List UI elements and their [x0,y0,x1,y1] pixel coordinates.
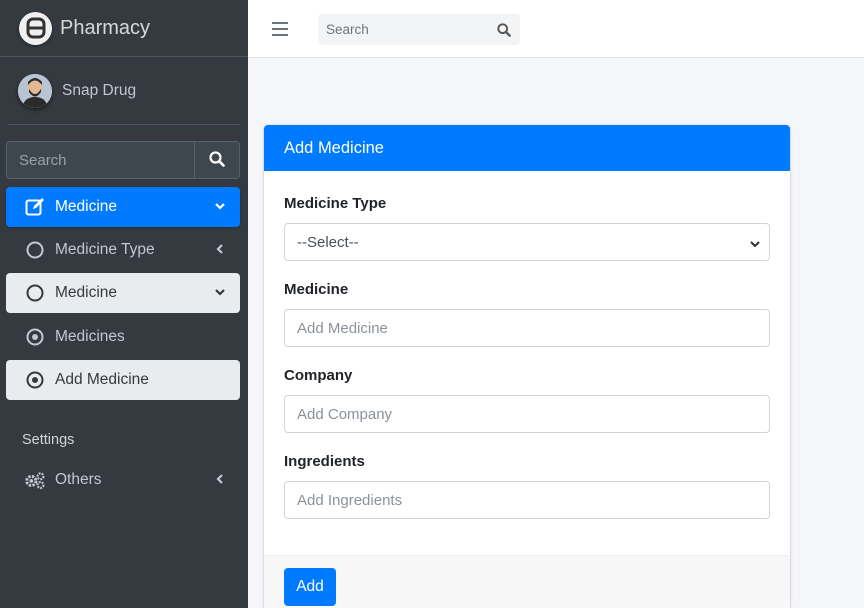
user-panel[interactable]: Snap Drug [8,57,240,125]
add-medicine-card: Add Medicine Medicine Type --Select-- Me… [264,125,790,608]
top-navbar [248,0,864,58]
company-input[interactable] [284,395,770,433]
ingredients-input[interactable] [284,481,770,519]
sidebar-item-label: Medicine Type [55,241,155,258]
chevron-left-icon [214,472,226,490]
hamburger-menu-icon[interactable] [272,22,288,41]
sidebar-search-button[interactable] [194,141,240,179]
medicine-type-select[interactable]: --Select-- [284,223,770,261]
brand-link[interactable]: Pharmacy [0,0,248,57]
sidebar-search [6,141,240,179]
navbar-search-input[interactable] [318,14,488,45]
chevron-left-icon [214,242,226,260]
sidebar-item-medicines[interactable]: Medicines [6,317,240,357]
company-label: Company [284,367,353,384]
dot-circle-icon [24,369,46,391]
sidebar-item-medicine-type[interactable]: Medicine Type [6,230,240,270]
sidebar-search-input[interactable] [6,141,194,179]
medicine-input[interactable] [284,309,770,347]
sidebar-item-medicine-sub[interactable]: Medicine [6,273,240,313]
search-icon[interactable] [488,22,520,37]
sidebar-item-add-medicine[interactable]: Add Medicine [6,360,240,400]
card-title: Add Medicine [264,125,790,171]
chevron-down-icon [749,237,761,254]
sidebar-item-label: Add Medicine [55,371,149,388]
user-name[interactable]: Snap Drug [62,82,136,100]
add-button[interactable]: Add [284,568,336,606]
sidebar: Pharmacy Snap Drug Search Medicine Medic… [0,0,248,608]
medicine-label: Medicine [284,281,349,298]
medicine-type-label: Medicine Type [284,195,387,212]
sidebar-item-label: Medicine [55,284,118,301]
sidebar-item-label: Medicines [55,328,125,345]
brand-name: Pharmacy [60,16,151,39]
gears-icon [24,469,46,491]
chevron-down-icon [214,199,226,217]
navbar-search [318,14,520,45]
avatar [18,73,52,108]
medicine-type-selected: --Select-- [297,233,359,251]
sidebar-item-others[interactable]: Others [6,460,240,500]
sidebar-item-label: Others [55,471,102,488]
card-footer: Add [264,555,790,608]
circle-icon [24,282,46,304]
sidebar-item-label: Medicine [55,198,118,215]
circle-icon [24,239,46,261]
sidebar-item-medicine[interactable]: Medicine [6,187,240,227]
search-icon [209,150,225,170]
pharmacy-logo-icon [19,11,52,45]
dot-circle-icon [24,326,46,348]
chevron-down-icon [214,285,226,303]
nav-header-settings: Settings [22,432,75,448]
ingredients-label: Ingredients [284,453,365,470]
edit-icon [24,196,46,218]
